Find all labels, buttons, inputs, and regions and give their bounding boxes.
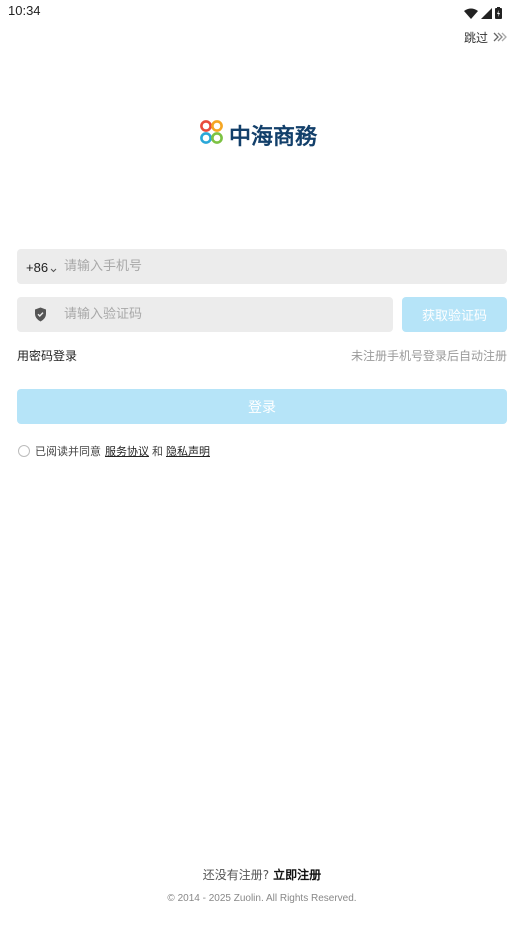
agreement-row: 已阅读并同意 服务协议 和 隐私声明 [18, 443, 213, 459]
double-chevron-right-icon [492, 28, 508, 47]
battery-charging-icon [495, 4, 502, 23]
privacy-policy-link[interactable]: 隐私声明 [166, 443, 210, 459]
logo-rings-icon [199, 119, 225, 151]
country-code: +86 [26, 260, 49, 275]
status-icons [464, 4, 502, 23]
shield-icon [34, 307, 47, 326]
login-button[interactable]: 登录 [17, 389, 507, 424]
wifi-icon [464, 4, 478, 23]
register-link[interactable]: 立即注册 [273, 868, 321, 882]
status-time: 10:34 [8, 3, 41, 18]
agreement-checkbox[interactable] [18, 445, 30, 457]
agreement-connector: 和 [152, 445, 163, 458]
phone-field: +86 [17, 249, 507, 284]
agreement-prefix: 已阅读并同意 [35, 445, 101, 458]
terms-of-service-link[interactable]: 服务协议 [105, 443, 149, 459]
skip-label: 跳过 [463, 31, 488, 45]
phone-input[interactable] [64, 249, 494, 284]
auto-register-hint: 未注册手机号登录后自动注册 [350, 349, 507, 363]
signal-icon [481, 4, 492, 23]
get-code-button[interactable]: 获取验证码 [402, 297, 507, 332]
status-bar: 10:34 [0, 0, 524, 24]
chevron-down-icon [50, 258, 57, 277]
password-login-link[interactable]: 用密码登录 [17, 347, 77, 364]
register-prompt: 还没有注册? 立即注册 [0, 866, 524, 883]
verification-code-input[interactable] [64, 297, 384, 332]
copyright: © 2014 - 2025 Zuolin. All Rights Reserve… [167, 893, 357, 904]
brand-logo: 中海商務 [199, 119, 317, 151]
no-account-text: 还没有注册? [202, 868, 270, 882]
logo-text: 中海商務 [229, 124, 318, 150]
verification-code-field [17, 297, 393, 332]
country-code-selector[interactable]: +86 [26, 258, 57, 277]
skip-button[interactable]: 跳过 [464, 28, 508, 47]
